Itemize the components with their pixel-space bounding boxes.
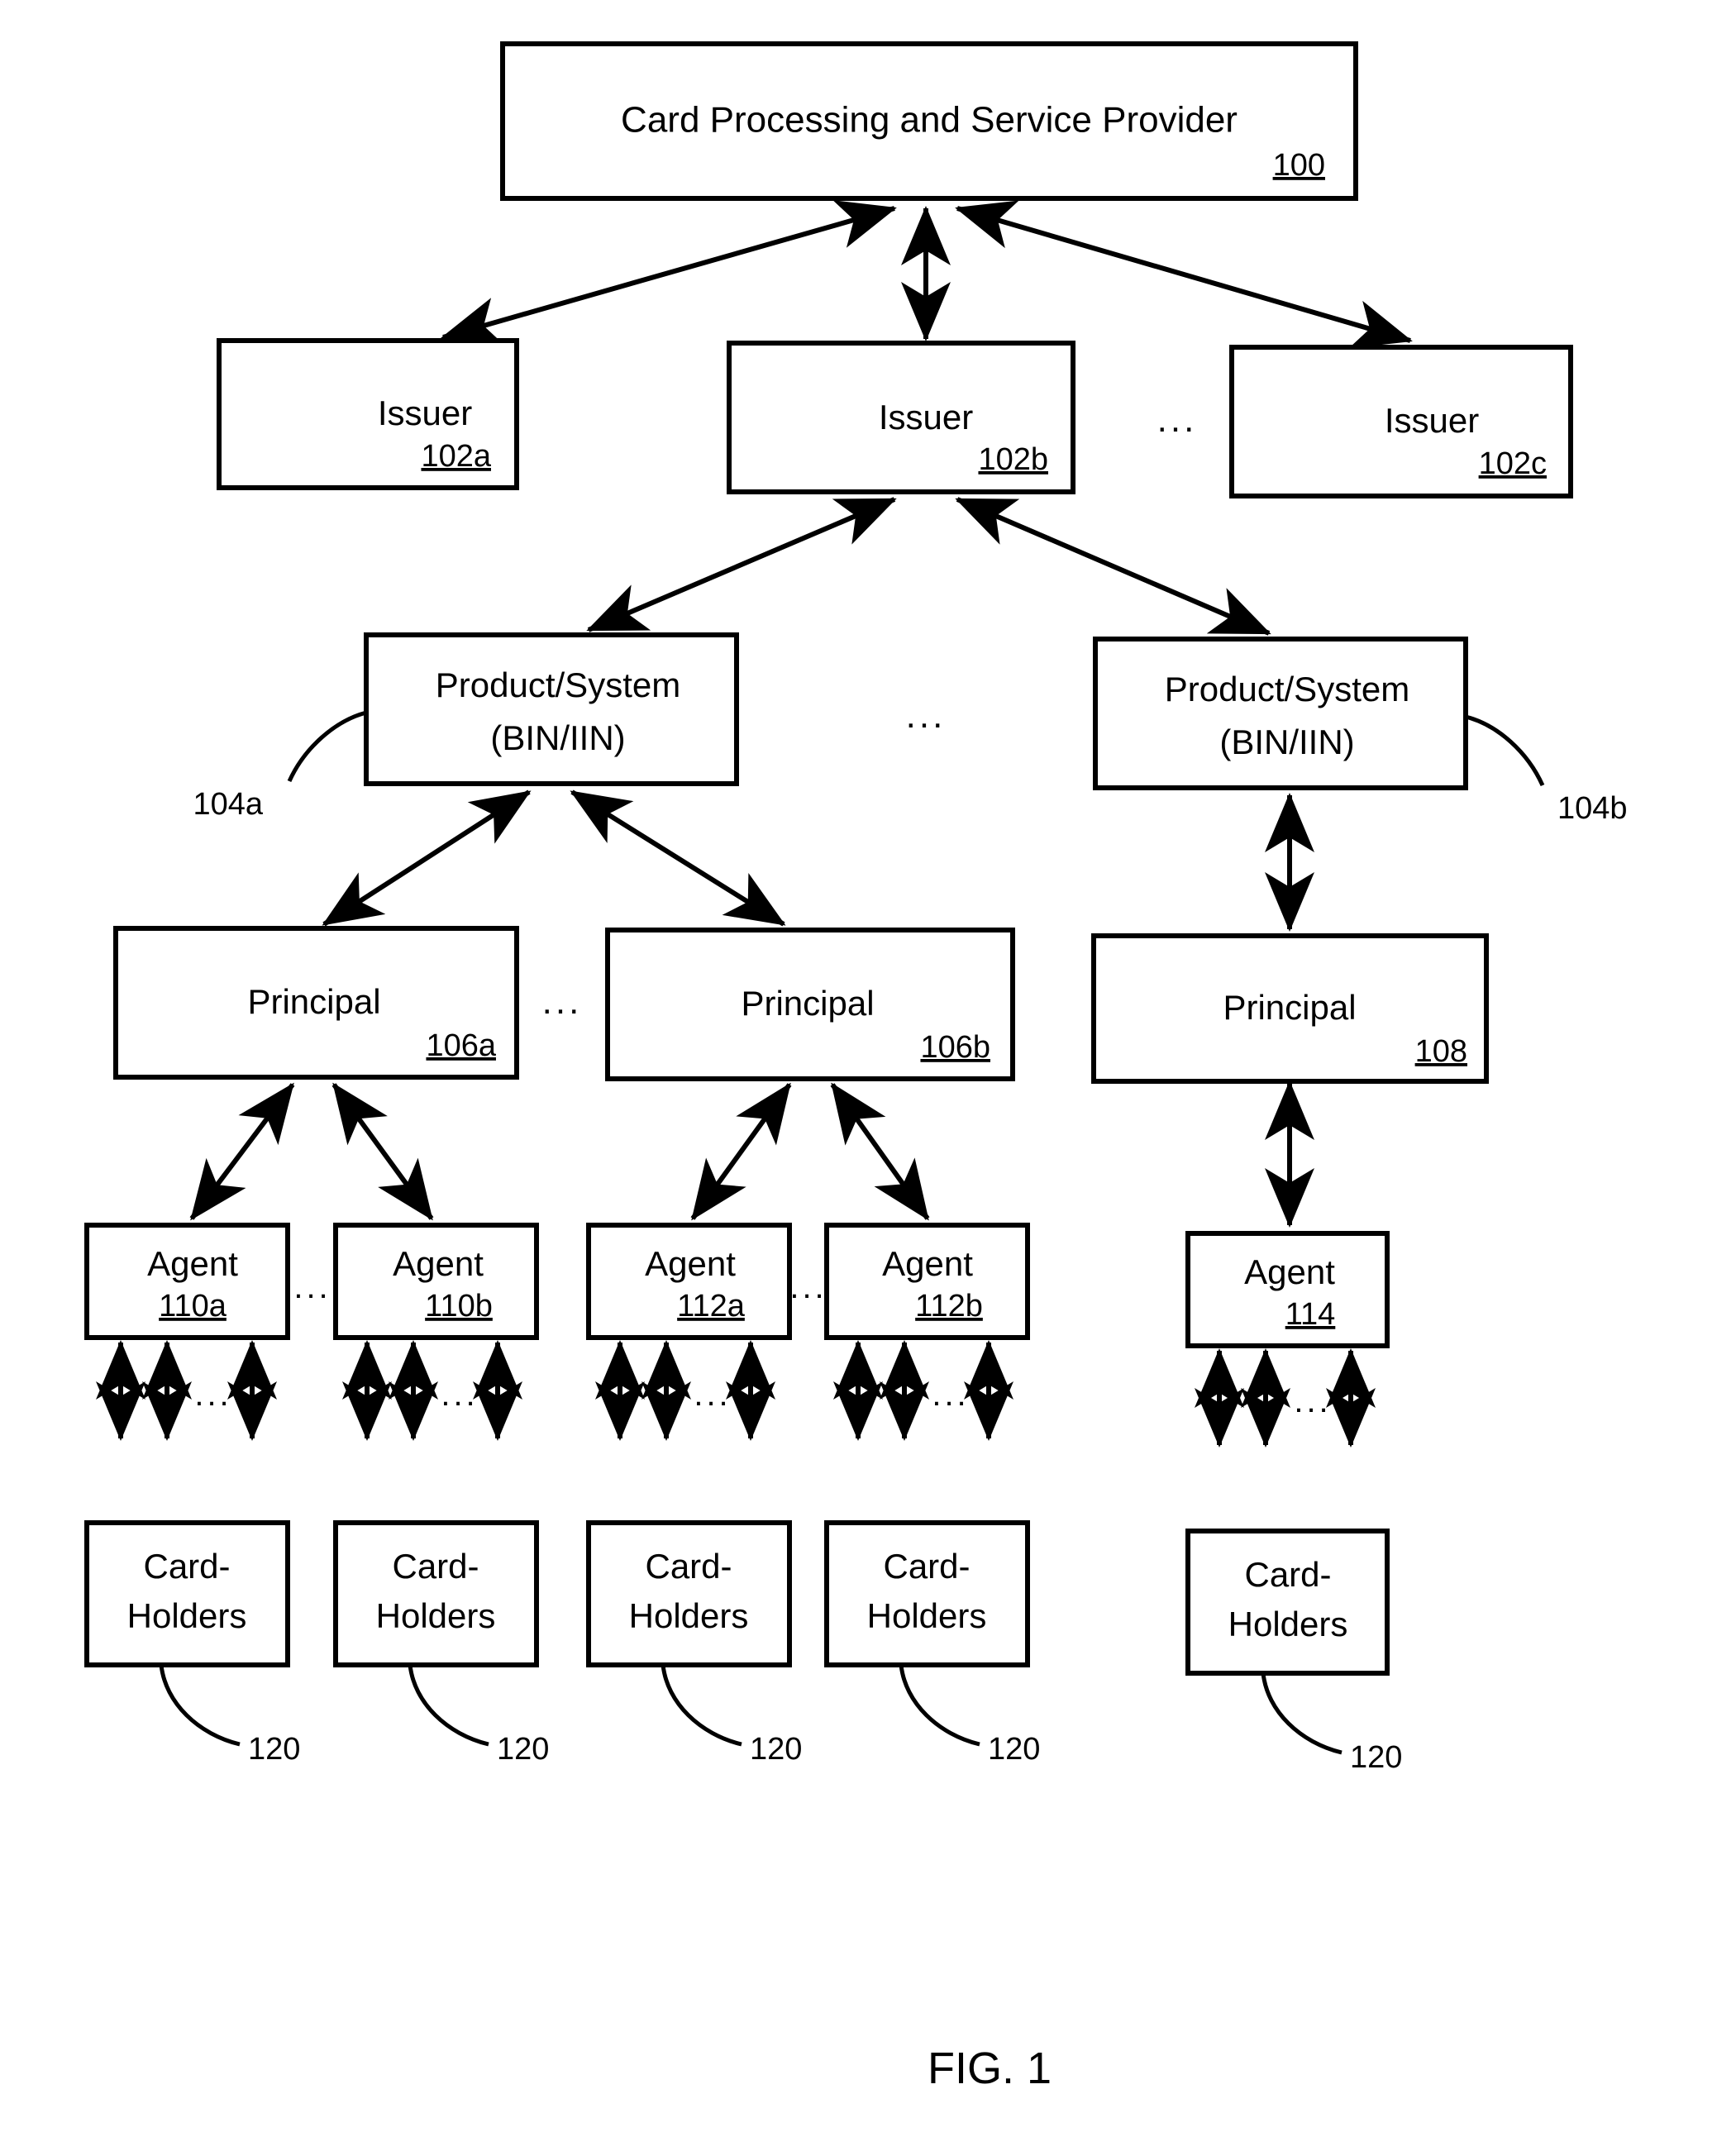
ref-100: 100 bbox=[1273, 148, 1325, 183]
ellipsis-product-row: ... bbox=[906, 695, 947, 736]
label-principal-108: Principal bbox=[1223, 988, 1356, 1027]
connector-principal-b-agent-112a bbox=[690, 1082, 792, 1221]
label-product-system-104a-line1: Product/System bbox=[436, 665, 680, 704]
box-product-system-104b bbox=[1093, 637, 1468, 790]
ellipsis-cardholder-link-3: ... bbox=[694, 1376, 731, 1413]
ellipsis-issuer-row: ... bbox=[1157, 399, 1198, 440]
ref-106b: 106b bbox=[920, 1030, 990, 1065]
connector-issuer-b-product-b bbox=[955, 497, 1271, 636]
leader-line-120-2 bbox=[408, 1664, 489, 1747]
label-agent-114: Agent bbox=[1244, 1252, 1335, 1291]
ref-110a: 110a bbox=[159, 1289, 227, 1324]
connector-issuer-b-product-a bbox=[586, 497, 897, 632]
patent-figure-page: Card Processing and Service Provider 100… bbox=[0, 0, 1736, 2132]
label-cardholders-3-line2: Holders bbox=[629, 1596, 749, 1635]
label-product-system-104b-line2: (BIN/IIN) bbox=[1219, 723, 1354, 761]
ref-114: 114 bbox=[1285, 1297, 1336, 1332]
label-cardholders-1-line1: Card- bbox=[143, 1547, 230, 1586]
leader-line-120-1 bbox=[159, 1664, 241, 1747]
box-cardholders-5 bbox=[1185, 1529, 1390, 1676]
connector-product-a-principal-a bbox=[322, 789, 532, 927]
label-cardholders-4-line1: Card- bbox=[883, 1547, 970, 1586]
ref-110b: 110b bbox=[425, 1289, 493, 1324]
ellipsis-cardholder-link-4: ... bbox=[932, 1376, 969, 1413]
ref-120-4: 120 bbox=[988, 1732, 1040, 1767]
label-principal-106b: Principal bbox=[741, 984, 874, 1023]
box-cardholders-1 bbox=[84, 1520, 290, 1667]
ref-106a: 106a bbox=[426, 1028, 496, 1063]
label-issuer-102a: Issuer bbox=[378, 393, 472, 432]
label-issuer-102c: Issuer bbox=[1385, 401, 1479, 440]
label-issuer-102b: Issuer bbox=[879, 398, 973, 436]
label-product-system-104a-line2: (BIN/IIN) bbox=[490, 718, 625, 757]
connector-product-a-principal-b bbox=[570, 789, 786, 927]
label-product-system-104b-line1: Product/System bbox=[1165, 670, 1409, 708]
leader-line-104a bbox=[287, 710, 367, 783]
connector-principal-a-agent-110b bbox=[331, 1082, 434, 1221]
ref-112b: 112b bbox=[915, 1289, 983, 1324]
ref-102c: 102c bbox=[1479, 446, 1547, 481]
label-cardholders-2-line2: Holders bbox=[376, 1596, 496, 1635]
connector-principal-a-agent-110a bbox=[189, 1082, 295, 1221]
ref-102a: 102a bbox=[421, 439, 491, 474]
box-cardholders-2 bbox=[333, 1520, 539, 1667]
label-agent-110a: Agent bbox=[147, 1244, 238, 1283]
ref-108: 108 bbox=[1415, 1034, 1467, 1069]
ellipsis-cardholder-link-2: ... bbox=[441, 1376, 478, 1413]
ref-104b: 104b bbox=[1557, 791, 1628, 826]
ellipsis-agent-row-b: ... bbox=[789, 1269, 827, 1305]
figure-1-diagram: Card Processing and Service Provider 100… bbox=[84, 41, 1628, 2093]
ellipsis-principal-row: ... bbox=[542, 981, 583, 1022]
leader-line-104b bbox=[1465, 714, 1545, 787]
label-principal-106a: Principal bbox=[247, 982, 380, 1021]
box-product-system-104a bbox=[364, 632, 739, 786]
label-cardholders-1-line2: Holders bbox=[127, 1596, 247, 1635]
label-cardholders-3-line1: Card- bbox=[645, 1547, 732, 1586]
label-cardholders-5-line1: Card- bbox=[1244, 1555, 1331, 1594]
label-cardholders-2-line1: Card- bbox=[392, 1547, 479, 1586]
ref-112a: 112a bbox=[677, 1289, 746, 1324]
box-cardholders-3 bbox=[586, 1520, 792, 1667]
label-agent-112b: Agent bbox=[882, 1244, 973, 1283]
ref-102b: 102b bbox=[978, 442, 1048, 477]
ref-120-3: 120 bbox=[750, 1732, 802, 1767]
label-cardholders-4-line2: Holders bbox=[867, 1596, 987, 1635]
connector-provider-issuer-c bbox=[955, 200, 1413, 349]
box-cardholders-4 bbox=[824, 1520, 1030, 1667]
figure-caption: FIG. 1 bbox=[928, 2044, 1052, 2093]
ellipsis-cardholder-link-5: ... bbox=[1294, 1383, 1331, 1419]
label-agent-110b: Agent bbox=[393, 1244, 484, 1283]
connector-provider-issuer-a bbox=[441, 200, 897, 346]
ref-120-1: 120 bbox=[248, 1732, 300, 1767]
label-cardholders-5-line2: Holders bbox=[1228, 1605, 1348, 1643]
ref-120-2: 120 bbox=[497, 1732, 549, 1767]
label-card-processing-provider: Card Processing and Service Provider bbox=[621, 100, 1238, 141]
leader-line-120-4 bbox=[899, 1664, 980, 1747]
leader-line-120-5 bbox=[1261, 1672, 1343, 1755]
ellipsis-cardholder-link-1: ... bbox=[194, 1376, 231, 1413]
label-agent-112a: Agent bbox=[645, 1244, 736, 1283]
ellipsis-agent-row-a: ... bbox=[293, 1269, 331, 1305]
connector-principal-b-agent-112b bbox=[830, 1082, 930, 1221]
leader-line-120-3 bbox=[661, 1664, 742, 1747]
ref-104a: 104a bbox=[193, 787, 263, 822]
ref-120-5: 120 bbox=[1350, 1740, 1402, 1775]
